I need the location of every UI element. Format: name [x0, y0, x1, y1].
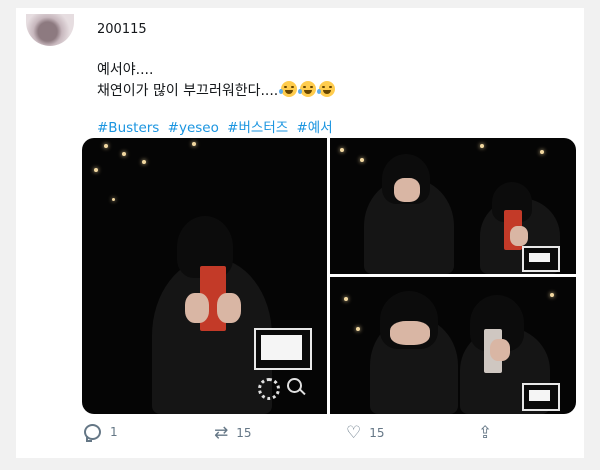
retweet-count: 15 [236, 426, 252, 440]
hashtag-link[interactable]: #버스터즈 [227, 120, 288, 136]
tweet-text-line2: 채연이가 많이 부끄러워한다.... [97, 83, 279, 99]
laughing-emoji-icon [279, 81, 298, 97]
retweet-icon: ⇄ [214, 423, 229, 443]
photo-3[interactable] [330, 277, 576, 414]
photo-2[interactable] [330, 138, 576, 274]
laughing-emoji-icon [317, 81, 336, 97]
hashtag-link[interactable]: #yeseo [168, 120, 219, 136]
search-icon [287, 378, 302, 393]
tweet-actions: 1 ⇄ 15 ♡ 15 ⇪ [82, 424, 502, 446]
photo-1[interactable] [82, 138, 327, 414]
reply-button[interactable]: 1 [84, 424, 118, 442]
share-icon: ⇪ [478, 423, 493, 443]
share-button[interactable]: ⇪ [478, 424, 500, 442]
tweet-text-line2-row: 채연이가 많이 부끄러워한다.... [97, 81, 336, 102]
tweet-text: 예서야.... 채연이가 많이 부끄러워한다.... [97, 60, 336, 102]
tweet-text-line1: 예서야.... [97, 62, 154, 78]
settings-icon [258, 378, 280, 400]
hashtag-list: #Busters #yeseo #버스터즈 #예서 [97, 116, 337, 136]
heart-icon: ♡ [346, 423, 362, 443]
like-count: 15 [369, 426, 385, 440]
like-button[interactable]: ♡ 15 [346, 424, 385, 442]
avatar[interactable] [26, 14, 74, 46]
reply-count: 1 [110, 425, 118, 439]
hashtag-link[interactable]: #예서 [296, 120, 332, 136]
media-grid [82, 138, 576, 414]
laughing-emoji-icon [298, 81, 317, 97]
reply-icon [84, 424, 101, 442]
retweet-button[interactable]: ⇄ 15 [214, 424, 252, 442]
username[interactable]: 200115 [97, 22, 147, 37]
hashtag-link[interactable]: #Busters [97, 120, 159, 136]
